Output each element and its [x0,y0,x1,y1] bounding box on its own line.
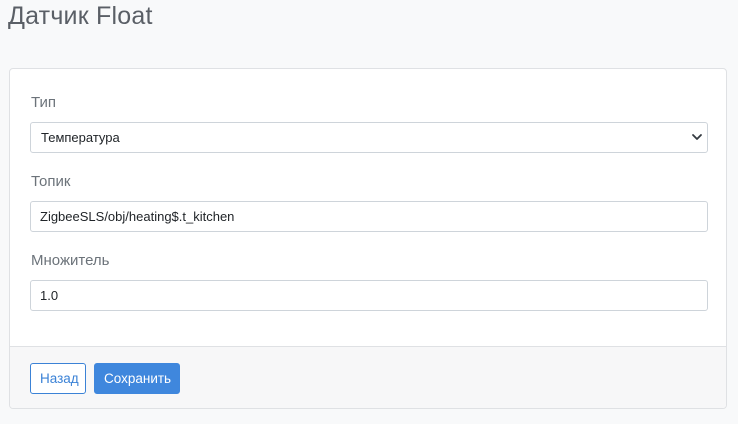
type-label: Тип [31,94,57,111]
type-select-value: Температура [41,130,120,145]
form-footer: Назад Сохранить [10,346,726,408]
form-body: Тип Температура Топик Множитель [10,69,726,346]
chevron-down-icon [692,134,702,140]
multiplier-label: Множитель [31,252,110,269]
topic-label: Топик [31,173,71,190]
topic-input[interactable] [30,201,708,232]
save-button[interactable]: Сохранить [94,363,180,394]
type-select[interactable]: Температура [30,122,708,153]
multiplier-input[interactable] [30,280,708,311]
form-card: Тип Температура Топик Множитель Назад Со… [9,68,727,409]
back-button[interactable]: Назад [30,363,86,394]
page-title: Датчик Float [8,2,153,30]
